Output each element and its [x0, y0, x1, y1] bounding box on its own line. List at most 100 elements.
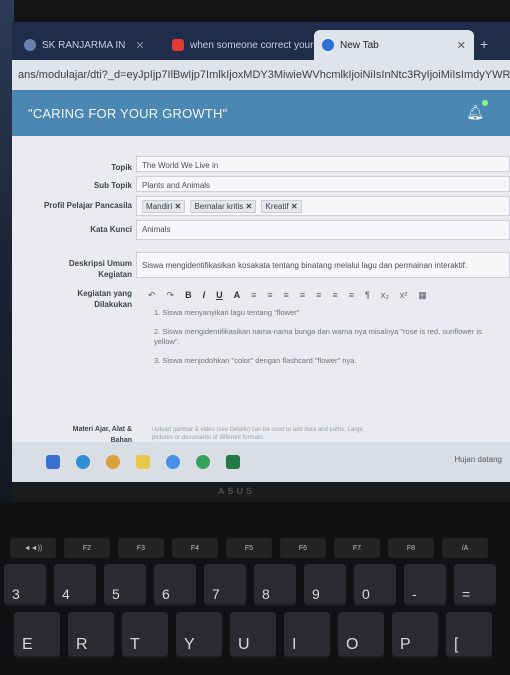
module-form: Topik The World We Live in Sub Topik Pla…: [12, 136, 510, 444]
fkey[interactable]: F3: [118, 538, 164, 558]
key-r[interactable]: R: [68, 612, 114, 658]
tab-label: SK RANJARMA IN: [42, 39, 126, 51]
align-center-icon[interactable]: ≡: [316, 290, 321, 300]
folder-icon[interactable]: [136, 455, 150, 469]
close-icon[interactable]: ✕: [135, 39, 144, 52]
activity-item: 2. Siswa mengidentifikasikan nama-nama b…: [154, 327, 482, 346]
profil-label: Profil Pelajar Pancasila: [43, 201, 132, 210]
editor-toolbar: ↶ ↷ B I U A ≡ ≡ ≡ ≡ ≡ ≡ ≡ ¶ x₂ x² ▦: [136, 282, 510, 308]
fkey[interactable]: ◄◄)): [10, 538, 56, 558]
chrome-icon[interactable]: [106, 455, 120, 469]
bold-button[interactable]: B: [185, 290, 192, 300]
edge-icon[interactable]: [76, 455, 90, 469]
tab-new-tab[interactable]: New Tab ✕: [314, 30, 474, 60]
fkey[interactable]: F4: [172, 538, 218, 558]
excel-icon[interactable]: [226, 455, 240, 469]
key-u[interactable]: U: [230, 612, 276, 658]
youtube-favicon-icon: [172, 39, 184, 51]
profil-field[interactable]: Mandiri ✕ Bernalar kritis ✕ Kreatif ✕: [136, 196, 510, 216]
topik-label: Topik: [111, 163, 132, 172]
start-icon[interactable]: [46, 455, 60, 469]
activity-item: 3. Siswa menjodohkan "color" dengan flas…: [154, 356, 357, 365]
fkey[interactable]: F2: [64, 538, 110, 558]
key-i[interactable]: I: [284, 612, 330, 658]
chip-bernalar-kritis[interactable]: Bernalar kritis ✕: [190, 200, 257, 213]
new-tab-favicon-icon: [322, 39, 334, 51]
fkey[interactable]: F6: [280, 538, 326, 558]
unordered-list-icon[interactable]: ≡: [267, 290, 272, 300]
address-bar[interactable]: ans/modulajar/dti?_d=eyJpIjp7IlBwIjp7Iml…: [12, 60, 510, 90]
key-equals[interactable]: =: [454, 564, 496, 606]
indent-icon[interactable]: ≡: [284, 290, 289, 300]
italic-button[interactable]: I: [203, 290, 206, 300]
deskripsi-field[interactable]: Siswa mengidentifikasikan kosakata tenta…: [136, 252, 510, 278]
chrome-2-icon[interactable]: [196, 455, 210, 469]
key-bracket[interactable]: [: [446, 612, 492, 658]
undo-icon[interactable]: ↶: [148, 290, 156, 301]
bell-icon[interactable]: 🔔︎: [466, 104, 484, 121]
notification-badge: [482, 100, 488, 106]
photo-scene: SK RANJARMA IN ✕ when someone correct yo…: [0, 0, 510, 675]
ordered-list-icon[interactable]: ≡: [251, 290, 256, 300]
windows-taskbar: Hujan datang: [12, 442, 510, 482]
key-0[interactable]: 0: [354, 564, 396, 606]
number-key-row: 3 4 5 6 7 8 9 0 - =: [4, 564, 496, 606]
superscript-icon[interactable]: x²: [400, 290, 408, 300]
kegiatan-label: Kegiatan yang Dilakukan: [77, 289, 132, 309]
sub-topik-label: Sub Topik: [93, 181, 132, 190]
activity-item: 1. Siswa menyanyikan lagu tentang "flowe…: [154, 308, 300, 317]
kata-kunci-label: Kata Kunci: [90, 225, 132, 234]
key-7[interactable]: 7: [204, 564, 246, 606]
new-tab-button[interactable]: +: [474, 36, 494, 60]
underline-button[interactable]: U: [216, 290, 223, 300]
topik-field[interactable]: The World We Live in: [136, 156, 510, 172]
sub-topik-field[interactable]: Plants and Animals: [136, 176, 510, 192]
laptop-screen: SK RANJARMA IN ✕ when someone correct yo…: [12, 22, 510, 482]
weather-status[interactable]: Hujan datang: [454, 455, 502, 464]
key-4[interactable]: 4: [54, 564, 96, 606]
remove-icon[interactable]: ✕: [246, 202, 253, 211]
redo-icon[interactable]: ↷: [167, 290, 175, 301]
tab-label: when someone correct your r...: [190, 39, 314, 51]
key-6[interactable]: 6: [154, 564, 196, 606]
chip-mandiri[interactable]: Mandiri ✕: [142, 200, 186, 213]
zoom-icon[interactable]: [166, 455, 180, 469]
key-t[interactable]: T: [122, 612, 168, 658]
tab-sk[interactable]: SK RANJARMA IN ✕: [16, 30, 164, 60]
screen-bezel: [12, 482, 510, 502]
table-icon[interactable]: ▦: [418, 290, 427, 301]
key-8[interactable]: 8: [254, 564, 296, 606]
key-o[interactable]: O: [338, 612, 384, 658]
school-favicon-icon: [24, 39, 36, 51]
chip-kreatif[interactable]: Kreatif ✕: [261, 200, 302, 213]
fkey[interactable]: F7: [334, 538, 380, 558]
function-key-row: ◄◄)) F2 F3 F4 F5 F6 F7 F8 /A: [10, 538, 488, 558]
key-minus[interactable]: -: [404, 564, 446, 606]
key-p[interactable]: P: [392, 612, 438, 658]
kata-kunci-field[interactable]: Animals: [136, 220, 510, 240]
url-text: ans/modulajar/dti?_d=eyJpIjp7IlBwIjp7Iml…: [18, 69, 510, 81]
font-color-button[interactable]: A: [234, 290, 241, 300]
align-right-icon[interactable]: ≡: [332, 290, 337, 300]
key-e[interactable]: E: [14, 612, 60, 658]
key-9[interactable]: 9: [304, 564, 346, 606]
upload-note: Upload gambar & video (see Details) can …: [152, 427, 363, 441]
key-5[interactable]: 5: [104, 564, 146, 606]
letter-key-row: E R T Y U I O P [: [14, 612, 492, 658]
fkey[interactable]: F5: [226, 538, 272, 558]
tab-youtube[interactable]: when someone correct your r... ✕: [164, 30, 314, 60]
paragraph-icon[interactable]: ¶: [365, 290, 370, 300]
fkey[interactable]: /A: [442, 538, 488, 558]
remove-icon[interactable]: ✕: [174, 202, 181, 211]
justify-icon[interactable]: ≡: [349, 290, 354, 300]
subscript-icon[interactable]: x₂: [381, 290, 389, 300]
remove-icon[interactable]: ✕: [291, 202, 298, 211]
align-left-icon[interactable]: ≡: [300, 290, 305, 300]
page-title: "CARING FOR YOUR GROWTH": [28, 105, 228, 121]
key-3[interactable]: 3: [4, 564, 46, 606]
key-y[interactable]: Y: [176, 612, 222, 658]
keyboard-deck: ◄◄)) F2 F3 F4 F5 F6 F7 F8 /A 3 4 5 6 7 8…: [0, 502, 510, 675]
close-icon[interactable]: ✕: [457, 39, 466, 52]
fkey[interactable]: F8: [388, 538, 434, 558]
kegiatan-editor[interactable]: 1. Siswa menyanyikan lagu tentang "flowe…: [136, 308, 510, 428]
